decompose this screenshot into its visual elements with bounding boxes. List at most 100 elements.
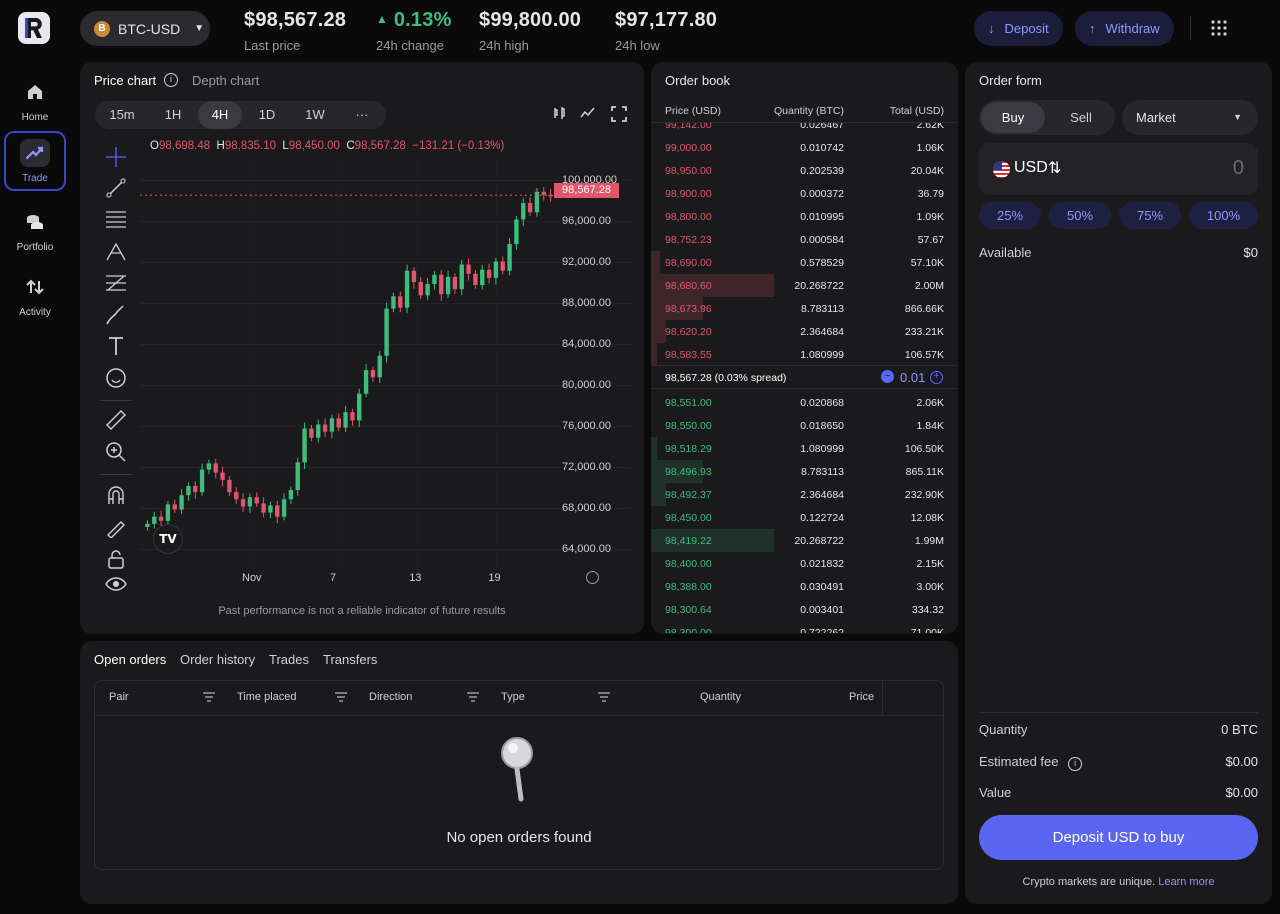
lock-drawing-icon[interactable] [104,515,128,539]
orderbook-price: 98,690.00 [665,257,712,269]
learn-more-link[interactable]: Learn more [1158,876,1214,888]
swap-icon[interactable]: ⇅ [1048,158,1061,178]
note-text: Crypto markets are unique. [1022,876,1156,888]
orderbook-row[interactable]: 98,950.00 0.202539 20.04K [651,159,958,182]
orderbook-row[interactable]: 98,620.20 2.364684 233.21K [651,320,958,343]
nav-activity[interactable]: Activity [4,265,66,325]
candles-icon[interactable] [552,106,566,125]
ohlc-change: −131.21 (−0.13%) [412,140,505,152]
orderbook-row[interactable]: 98,550.00 0.018650 1.84K [651,414,958,437]
settings-icon[interactable] [586,571,599,584]
magnet-icon[interactable] [104,483,128,507]
deposit-button[interactable]: ↓ Deposit [974,11,1063,46]
orderbook-row[interactable]: 98,551.00 0.020868 2.06K [651,391,958,414]
orderbook-quantity: 20.268722 [794,280,844,292]
orderbook-price: 98,300.64 [665,604,712,616]
ruler-icon[interactable] [104,408,128,432]
orderbook-row[interactable]: 98,752.23 0.000584 57.67 [651,228,958,251]
brush-icon[interactable] [104,303,128,327]
apps-grid-icon[interactable] [1211,20,1227,41]
tool-divider [100,400,132,401]
indicators-icon[interactable] [580,106,596,125]
tf-1h[interactable]: 1H [149,101,197,129]
nav-trade[interactable]: Trade [4,131,66,191]
fib-icon[interactable] [104,271,128,295]
pct-25-button[interactable]: 25% [979,202,1041,229]
plus-icon[interactable]: + [930,371,943,384]
orderbook-row[interactable]: 98,496.93 8.783113 865.11K [651,460,958,483]
orderbook-row[interactable]: 98,400.00 0.021832 2.15K [651,552,958,575]
order-type-select[interactable]: Market ▼ [1122,100,1258,135]
x-tick-label: Nov [242,572,262,584]
tf-1w[interactable]: 1W [291,101,339,129]
minus-icon[interactable]: − [881,370,894,383]
tab-trades[interactable]: Trades [269,652,309,667]
tf-4h[interactable]: 4H [198,101,242,129]
orderbook-row[interactable]: 99,000.00 0.010742 1.06K [651,136,958,159]
tab-order-history[interactable]: Order history [180,652,255,667]
deposit-usd-button[interactable]: Deposit USD to buy [979,815,1258,860]
more-icon[interactable]: ··· [345,101,379,129]
orderbook-row[interactable]: 98,300.00 0.722262 71.00K [651,621,958,633]
tab-price-chart[interactable]: Price chart [94,73,156,88]
orderbook-row[interactable]: 98,492.37 2.364684 232.90K [651,483,958,506]
lock-icon[interactable] [104,547,128,571]
orderbook-quantity: 0.018650 [800,420,844,432]
info-icon[interactable]: i [1068,757,1083,771]
orderbook-row[interactable]: 98,300.64 0.003401 334.32 [651,598,958,621]
tab-open-orders[interactable]: Open orders [94,652,166,667]
orderbook-row[interactable]: 98,900.00 0.000372 36.79 [651,182,958,205]
orderbook-row[interactable]: 99,142.00 0.026467 2.62K [651,123,958,136]
pair-selector[interactable]: B BTC-USD ▼ [80,11,210,46]
fee-value: $0.00 [1225,754,1258,769]
tradingview-logo[interactable]: 𝗧𝗩 [153,524,183,554]
depth-bar [651,251,661,274]
orderbook-quantity: 1.080999 [800,443,844,455]
withdraw-button[interactable]: ↑ Withdraw [1075,11,1174,46]
candle-body [261,503,266,513]
eye-icon[interactable] [104,577,128,591]
filter-icon[interactable] [598,692,610,702]
sell-tab[interactable]: Sell [1049,102,1113,133]
candle-body [336,418,341,428]
low-label: 24h low [615,38,660,53]
crosshair-icon[interactable] [104,145,128,169]
emoji-icon[interactable] [104,366,128,390]
table-header-divider [95,715,943,716]
orderbook-row[interactable]: 98,518.29 1.080999 106.50K [651,437,958,460]
filter-icon[interactable] [203,692,215,702]
tab-depth-chart[interactable]: Depth chart [192,73,259,88]
candle-body [309,428,314,438]
tf-15m[interactable]: 15m [95,101,149,129]
tick-size: 0.01 [900,370,926,385]
fullscreen-icon[interactable] [611,106,627,127]
orderbook-row[interactable]: 98,388.00 0.030491 3.00K [651,575,958,598]
orderbook-row[interactable]: 98,800.00 0.010995 1.09K [651,205,958,228]
info-icon[interactable]: i [164,73,178,87]
nav-portfolio[interactable]: Portfolio [4,200,66,260]
filter-icon[interactable] [467,692,479,702]
amount-input[interactable]: USD ⇅ 0 [979,143,1258,195]
tab-transfers[interactable]: Transfers [323,652,377,667]
trend-line-icon[interactable] [104,176,128,200]
buy-tab[interactable]: Buy [981,102,1045,133]
pct-100-button[interactable]: 100% [1189,202,1258,229]
nav-home[interactable]: Home [4,70,66,130]
orderbook-row[interactable]: 98,450.00 0.122724 12.08K [651,506,958,529]
tf-1d[interactable]: 1D [243,101,291,129]
zoom-in-icon[interactable] [104,440,128,464]
app-logo[interactable] [18,12,50,44]
filter-icon[interactable] [335,692,347,702]
horizontal-lines-icon[interactable] [104,207,128,231]
pct-50-button[interactable]: 50% [1049,202,1111,229]
pitchfork-icon[interactable] [104,239,128,263]
orderbook-row[interactable]: 98,583.55 1.080999 106.57K [651,343,958,366]
orderbook-row[interactable]: 98,419.22 20.268722 1.99M [651,529,958,552]
pct-75-button[interactable]: 75% [1119,202,1181,229]
orderbook-row[interactable]: 98,673.96 8.783113 866.66K [651,297,958,320]
candle-body [384,308,389,356]
text-icon[interactable] [104,334,128,358]
orderbook-row[interactable]: 98,680.60 20.268722 2.00M [651,274,958,297]
orderbook-row[interactable]: 98,690.00 0.578529 57.10K [651,251,958,274]
candle-body [391,296,396,309]
